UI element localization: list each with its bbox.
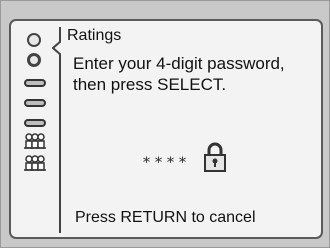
osd-window: Ratings Enter your 4-digit password, the… bbox=[9, 19, 323, 239]
people-icon[interactable] bbox=[23, 133, 47, 149]
cancel-hint: Press RETURN to cancel bbox=[75, 209, 256, 226]
prompt-line-2: then press SELECT. bbox=[73, 75, 227, 94]
menu-title: Ratings bbox=[67, 27, 122, 44]
pill-icon[interactable] bbox=[24, 119, 46, 127]
tv-screen: Ratings Enter your 4-digit password, the… bbox=[0, 0, 330, 248]
prompt-line-1: Enter your 4-digit password, bbox=[73, 54, 285, 73]
people-icon[interactable] bbox=[23, 155, 47, 171]
circle-selected-icon[interactable] bbox=[27, 53, 41, 67]
password-prompt: Enter your 4-digit password, then press … bbox=[73, 53, 313, 95]
pill-icon[interactable] bbox=[24, 99, 46, 107]
password-entry[interactable]: **** bbox=[143, 141, 227, 173]
padlock-icon bbox=[204, 142, 226, 172]
pill-icon[interactable] bbox=[24, 79, 46, 87]
selection-pointer-icon bbox=[52, 41, 61, 55]
circle-icon[interactable] bbox=[27, 33, 41, 47]
ratings-panel: Ratings Enter your 4-digit password, the… bbox=[52, 27, 317, 233]
password-mask[interactable]: **** bbox=[143, 155, 191, 171]
